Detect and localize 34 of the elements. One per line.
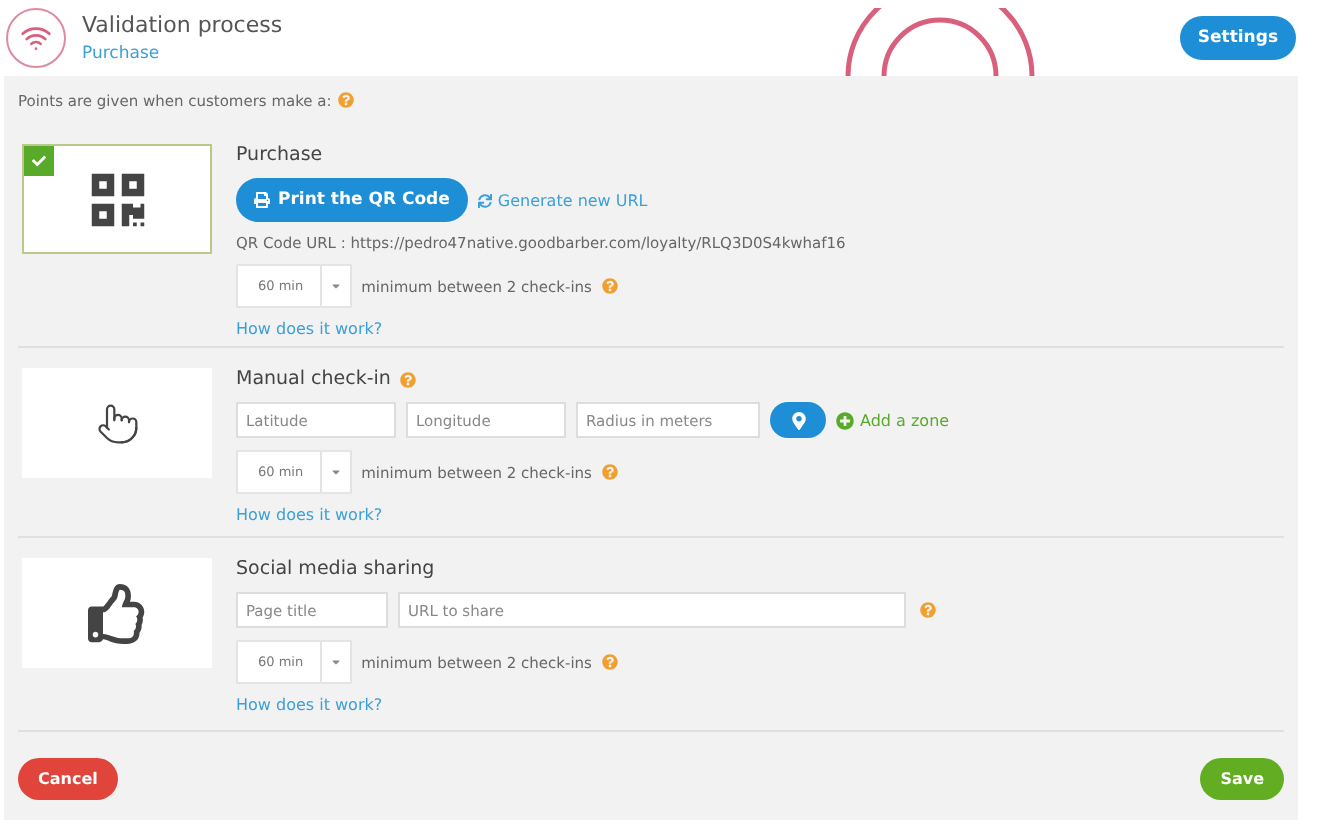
how-it-works-link[interactable]: How does it work? [236, 506, 1284, 524]
thumbs-up-icon [87, 583, 147, 643]
page-title: Validation process [82, 12, 285, 38]
method-title: Purchase [236, 144, 323, 166]
plus-icon [836, 411, 854, 429]
method-card[interactable] [22, 144, 212, 254]
settings-button[interactable]: Settings [1179, 16, 1296, 60]
checkmark-icon [32, 154, 46, 168]
generate-url-link[interactable]: Generate new URL [477, 191, 648, 209]
help-icon[interactable] [601, 278, 618, 294]
add-zone-link[interactable]: Add a zone [836, 411, 950, 429]
print-button[interactable]: Print the QR Code [236, 178, 468, 222]
caret-icon [329, 466, 342, 478]
help-icon[interactable] [601, 654, 618, 670]
breadcrumb-link[interactable]: Purchase [82, 44, 1164, 64]
caret-icon [329, 280, 342, 292]
method-title: Social media sharing [236, 558, 435, 580]
caret-icon [329, 656, 342, 668]
qr-code-icon [87, 169, 147, 229]
help-icon[interactable] [920, 602, 936, 618]
cancel-button[interactable]: Cancel [18, 757, 118, 799]
how-it-works-link[interactable]: How does it work? [236, 696, 1284, 714]
refresh-icon [477, 193, 492, 207]
wifi-logo-icon [6, 8, 66, 68]
map-pin-icon [789, 411, 807, 429]
printer-icon [254, 192, 270, 208]
how-it-works-link[interactable]: How does it work? [236, 320, 1284, 338]
method-title: Manual check-in [236, 368, 391, 390]
help-icon[interactable] [400, 371, 417, 387]
help-icon[interactable] [337, 92, 354, 108]
help-icon[interactable] [601, 464, 618, 480]
tap-hand-icon [95, 401, 139, 445]
save-button[interactable]: Save [1200, 757, 1284, 799]
locate-button[interactable] [770, 402, 826, 438]
